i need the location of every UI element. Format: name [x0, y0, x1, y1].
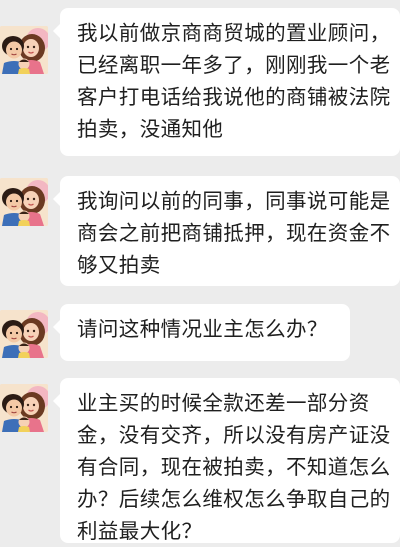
message-text: 我询问以前的同事，同事说可能是商会之前把商铺抵押，现在资金不够又拍卖 [77, 189, 391, 277]
message-bubble: 我以前做京商商贸城的置业顾问，已经离职一年多了，刚刚我一个老客户打电话给我说他的… [53, 8, 400, 156]
avatar[interactable] [0, 178, 48, 226]
message-bubble: 我询问以前的同事，同事说可能是商会之前把商铺抵押，现在资金不够又拍卖 [53, 176, 400, 286]
chat-thread: 我以前做京商商贸城的置业顾问，已经离职一年多了，刚刚我一个老客户打电话给我说他的… [0, 0, 400, 547]
message-text: 业主买的时候全款还差一部分资金，没有交齐，所以没有房产证没有合同，现在被拍卖，不… [77, 391, 391, 543]
message-bubble: 请问这种情况业主怎么办？ [53, 304, 350, 361]
message-text: 我以前做京商商贸城的置业顾问，已经离职一年多了，刚刚我一个老客户打电话给我说他的… [77, 21, 391, 141]
message-text: 请问这种情况业主怎么办？ [77, 317, 328, 341]
avatar[interactable] [0, 384, 48, 432]
avatar[interactable] [0, 26, 48, 74]
avatar[interactable] [0, 310, 48, 358]
message-bubble: 业主买的时候全款还差一部分资金，没有交齐，所以没有房产证没有合同，现在被拍卖，不… [53, 378, 400, 543]
